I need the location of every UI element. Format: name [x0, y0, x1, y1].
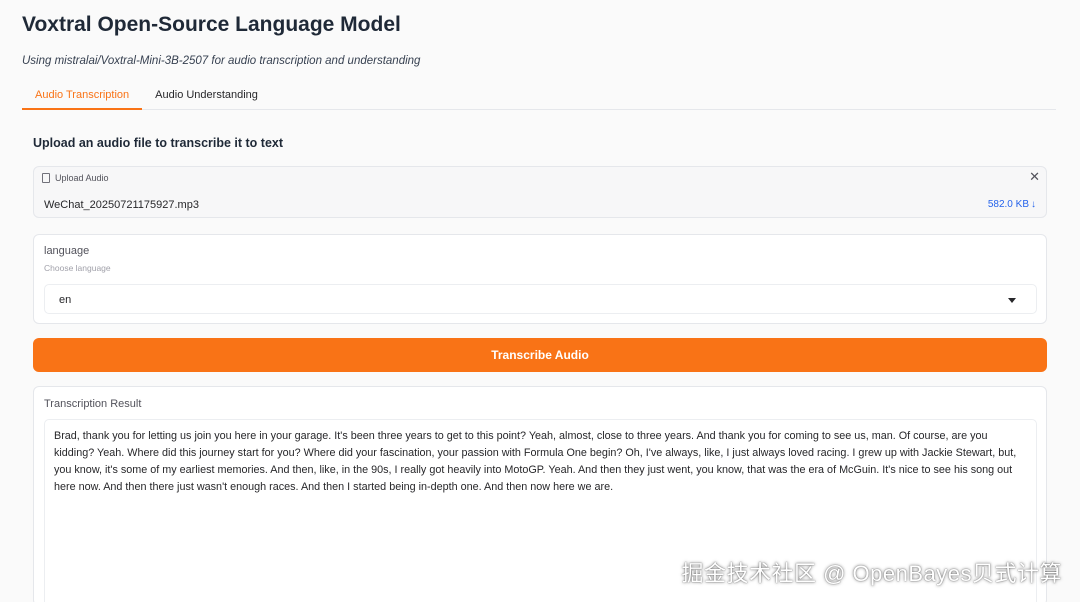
page-title: Voxtral Open-Source Language Model — [22, 13, 401, 36]
tab-bar: Audio Transcription Audio Understanding — [22, 84, 1056, 110]
section-heading: Upload an audio file to transcribe it to… — [33, 136, 284, 150]
watermark: 掘金技术社区 @ OpenBayes贝式计算 — [681, 561, 1062, 586]
upload-header: Upload Audio — [42, 173, 109, 183]
tab-audio-understanding[interactable]: Audio Understanding — [142, 84, 271, 110]
result-label: Transcription Result — [44, 398, 142, 410]
close-icon[interactable]: ✕ — [1029, 169, 1040, 185]
language-select[interactable]: en — [44, 284, 1037, 314]
language-info: Choose language — [44, 263, 111, 273]
language-panel: language Choose language en — [33, 234, 1047, 324]
file-icon — [42, 173, 50, 183]
file-download-link[interactable]: 582.0 KB ↓ — [988, 199, 1036, 210]
app-page: Voxtral Open-Source Language Model Using… — [0, 0, 1080, 602]
language-label: language — [44, 245, 90, 257]
transcribe-button[interactable]: Transcribe Audio — [33, 338, 1047, 372]
download-icon: ↓ — [1031, 199, 1036, 210]
file-name: WeChat_20250721175927.mp3 — [44, 199, 199, 211]
chevron-down-icon — [1008, 298, 1016, 303]
page-subtitle: Using mistralai/Voxtral-Mini-3B-2507 for… — [22, 55, 421, 67]
audio-upload-panel[interactable]: Upload Audio ✕ WeChat_20250721175927.mp3… — [33, 166, 1047, 218]
upload-label: Upload Audio — [55, 173, 109, 183]
tab-audio-transcription[interactable]: Audio Transcription — [22, 84, 143, 110]
language-selected-value: en — [59, 294, 72, 306]
file-size: 582.0 KB — [987, 199, 1029, 210]
